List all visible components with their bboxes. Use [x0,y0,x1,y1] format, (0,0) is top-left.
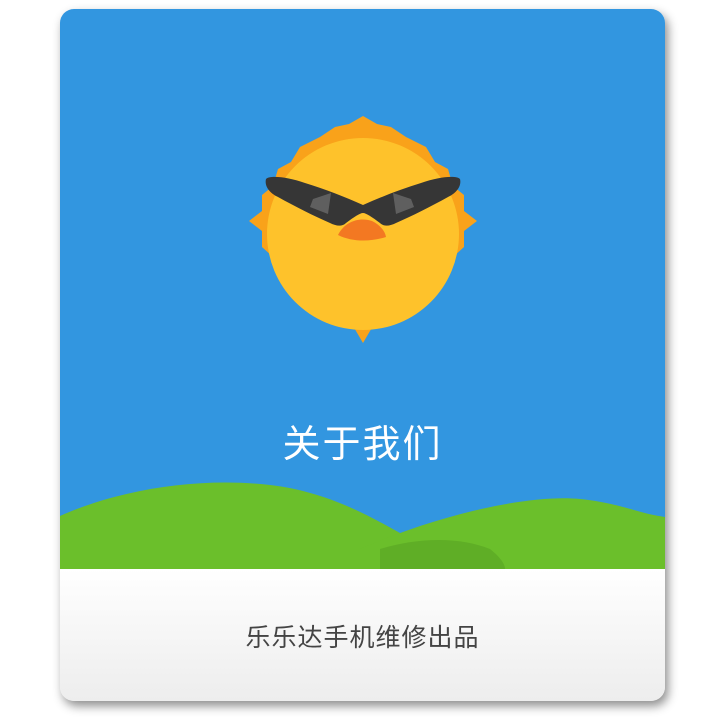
hills-illustration [60,482,665,569]
footer-panel: 乐乐达手机维修出品 [60,569,665,701]
credit-text: 乐乐达手机维修出品 [245,623,480,652]
sun-with-sunglasses-icon [249,116,477,343]
hero-illustration [60,116,665,569]
hero-banner: 关于我们 [60,9,665,569]
about-dialog: 关于我们 乐乐达手机维修出品 [60,9,665,701]
page-title: 关于我们 [282,422,443,466]
